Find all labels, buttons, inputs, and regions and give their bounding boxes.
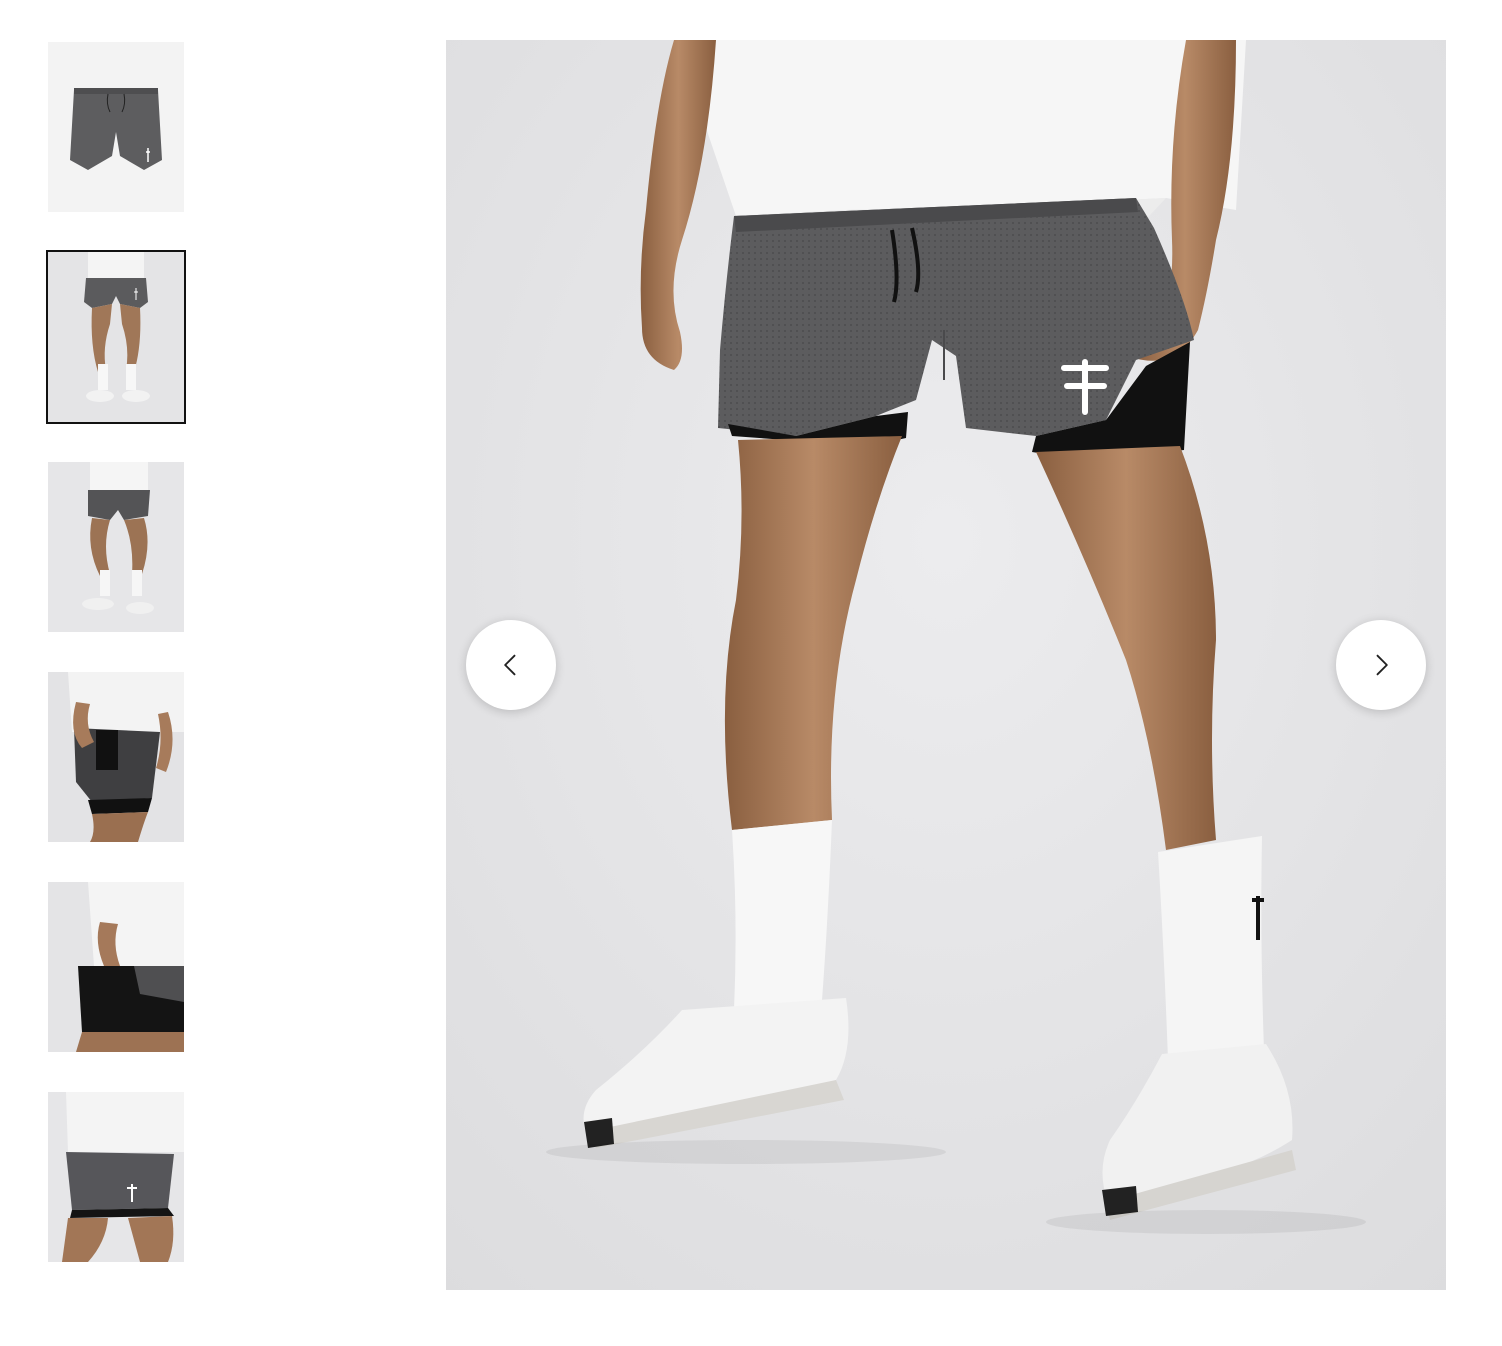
logo-closeup-image [48, 1092, 184, 1262]
thumb-flat-lay[interactable] [48, 42, 184, 212]
next-image-button[interactable] [1336, 620, 1426, 710]
side-model-image [48, 462, 184, 632]
shorts-flat-lay-image [48, 42, 184, 212]
thumb-logo-closeup[interactable] [48, 1092, 184, 1262]
main-product-image [446, 40, 1446, 1290]
thumb-phone-pocket[interactable] [48, 672, 184, 842]
previous-image-button[interactable] [466, 620, 556, 710]
thumb-front-model[interactable] [46, 250, 186, 424]
thumb-side-model[interactable] [48, 462, 184, 632]
liner-detail-image [48, 882, 184, 1052]
chevron-left-icon [504, 654, 516, 676]
main-photo [446, 40, 1446, 1290]
chevron-right-icon [1376, 654, 1388, 676]
front-model-image [48, 252, 184, 422]
thumb-liner-detail[interactable] [48, 882, 184, 1052]
phone-pocket-image [48, 672, 184, 842]
